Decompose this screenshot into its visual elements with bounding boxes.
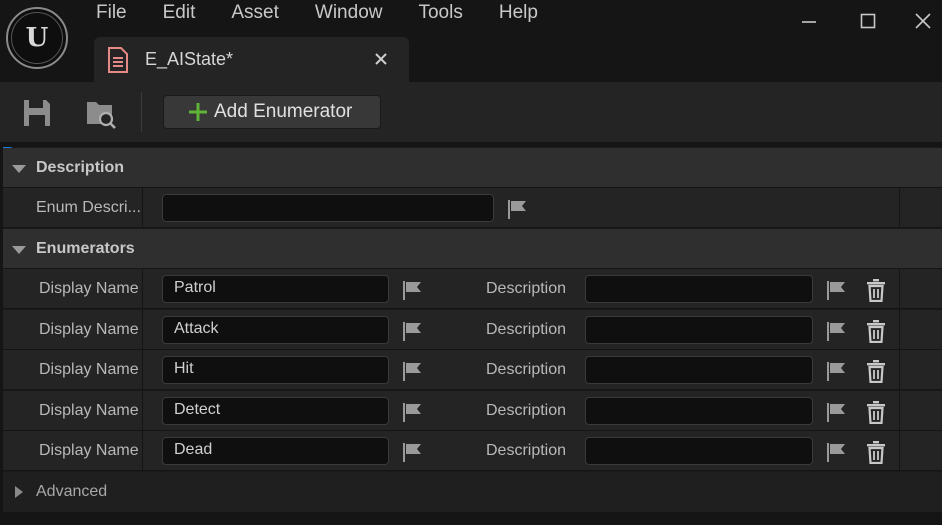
trash-icon[interactable] bbox=[865, 319, 887, 343]
description-field[interactable] bbox=[585, 275, 813, 303]
enumerator-row: Display Name Hit Description bbox=[3, 350, 942, 390]
column-divider bbox=[142, 350, 143, 390]
flag-icon[interactable] bbox=[401, 279, 423, 301]
column-divider bbox=[899, 390, 900, 431]
flag-icon[interactable] bbox=[506, 198, 528, 220]
column-divider bbox=[899, 188, 900, 228]
trash-icon[interactable] bbox=[865, 440, 887, 464]
enumerator-row: Display Name Patrol Description bbox=[3, 269, 942, 309]
category-description-label: Description bbox=[36, 159, 125, 176]
trash-icon[interactable] bbox=[865, 278, 887, 302]
description-label: Description bbox=[486, 280, 567, 297]
flag-icon[interactable] bbox=[401, 441, 423, 463]
collapse-arrow-icon[interactable] bbox=[12, 246, 26, 254]
category-description[interactable]: Description bbox=[3, 148, 942, 188]
tab-title: E_AIState* bbox=[145, 49, 234, 69]
display-name-field[interactable]: Dead bbox=[162, 437, 389, 465]
category-advanced[interactable]: Advanced bbox=[3, 472, 942, 512]
trash-icon[interactable] bbox=[865, 359, 887, 383]
flag-icon[interactable] bbox=[401, 320, 423, 342]
minimize-button[interactable] bbox=[786, 6, 832, 36]
menu-help[interactable]: Help bbox=[481, 0, 556, 28]
column-divider bbox=[142, 269, 143, 309]
plus-icon bbox=[189, 103, 207, 121]
description-field[interactable] bbox=[585, 396, 813, 425]
description-label: Description bbox=[486, 320, 567, 338]
title-bar: U File Edit Asset Window Tools Help E_AI… bbox=[0, 0, 942, 82]
description-field[interactable] bbox=[585, 315, 813, 344]
enumerator-row: Display Name Dead Description bbox=[3, 431, 942, 471]
close-window-button[interactable] bbox=[900, 6, 942, 36]
unreal-logo[interactable]: U bbox=[6, 7, 68, 69]
unreal-logo-mark: U bbox=[11, 12, 63, 64]
add-enumerator-button[interactable]: Add Enumerator bbox=[163, 95, 381, 129]
category-enumerators-label: Enumerators bbox=[36, 240, 135, 257]
flag-icon[interactable] bbox=[401, 360, 423, 382]
description-label: Description bbox=[486, 442, 567, 459]
enumerator-row: Display Name Detect Description bbox=[3, 390, 942, 431]
toolbar: Add Enumerator bbox=[0, 82, 942, 142]
bottom-strip bbox=[0, 512, 942, 525]
tab-close-icon[interactable] bbox=[372, 50, 390, 68]
menu-asset[interactable]: Asset bbox=[213, 0, 297, 28]
description-label: Description bbox=[486, 401, 567, 419]
menu-tools[interactable]: Tools bbox=[400, 0, 480, 28]
menu-edit[interactable]: Edit bbox=[145, 0, 214, 28]
display-name-field[interactable]: Attack bbox=[162, 315, 389, 344]
browse-asset-icon[interactable] bbox=[84, 96, 118, 130]
flag-icon[interactable] bbox=[825, 279, 847, 301]
display-name-label: Display Name bbox=[39, 442, 139, 459]
maximize-icon bbox=[860, 13, 876, 29]
maximize-button[interactable] bbox=[845, 6, 891, 36]
flag-icon[interactable] bbox=[825, 320, 847, 342]
trash-icon[interactable] bbox=[865, 400, 887, 424]
display-name-label: Display Name bbox=[39, 361, 139, 378]
tab-e-aistate[interactable]: E_AIState* bbox=[94, 37, 409, 82]
flag-icon[interactable] bbox=[825, 360, 847, 382]
enum-asset-icon bbox=[108, 47, 128, 73]
flag-icon[interactable] bbox=[825, 401, 847, 423]
display-name-field[interactable]: Patrol bbox=[162, 275, 389, 303]
column-divider bbox=[899, 309, 900, 350]
add-enumerator-label: Add Enumerator bbox=[214, 101, 353, 122]
enum-description-label: Enum Descri... bbox=[36, 199, 141, 216]
display-name-label: Display Name bbox=[39, 280, 139, 297]
description-label: Description bbox=[486, 361, 567, 378]
category-advanced-label: Advanced bbox=[36, 483, 108, 500]
enum-description-row: Enum Descri... bbox=[3, 188, 942, 228]
menu-bar: File Edit Asset Window Tools Help bbox=[78, 0, 556, 28]
flag-icon[interactable] bbox=[401, 401, 423, 423]
description-field[interactable] bbox=[585, 356, 813, 384]
menu-file[interactable]: File bbox=[78, 0, 145, 28]
minimize-icon bbox=[802, 21, 816, 23]
menu-window[interactable]: Window bbox=[297, 0, 401, 28]
enum-description-field[interactable] bbox=[162, 194, 494, 222]
column-divider bbox=[899, 269, 900, 309]
column-divider bbox=[142, 431, 143, 471]
enumerator-row: Display Name Attack Description bbox=[3, 309, 942, 350]
category-enumerators[interactable]: Enumerators bbox=[3, 229, 942, 269]
toolbar-separator bbox=[141, 92, 142, 132]
description-field[interactable] bbox=[585, 437, 813, 465]
column-divider bbox=[142, 188, 143, 228]
close-icon bbox=[915, 13, 931, 29]
display-name-label: Display Name bbox=[39, 320, 139, 338]
display-name-label: Display Name bbox=[39, 401, 139, 419]
display-name-field[interactable]: Hit bbox=[162, 356, 389, 384]
collapse-arrow-icon[interactable] bbox=[12, 165, 26, 173]
column-divider bbox=[142, 390, 143, 431]
display-name-field[interactable]: Detect bbox=[162, 396, 389, 425]
expand-arrow-icon[interactable] bbox=[15, 486, 23, 498]
column-divider bbox=[899, 431, 900, 471]
column-divider bbox=[899, 350, 900, 390]
column-divider bbox=[142, 309, 143, 350]
save-icon[interactable] bbox=[20, 96, 54, 130]
flag-icon[interactable] bbox=[825, 441, 847, 463]
